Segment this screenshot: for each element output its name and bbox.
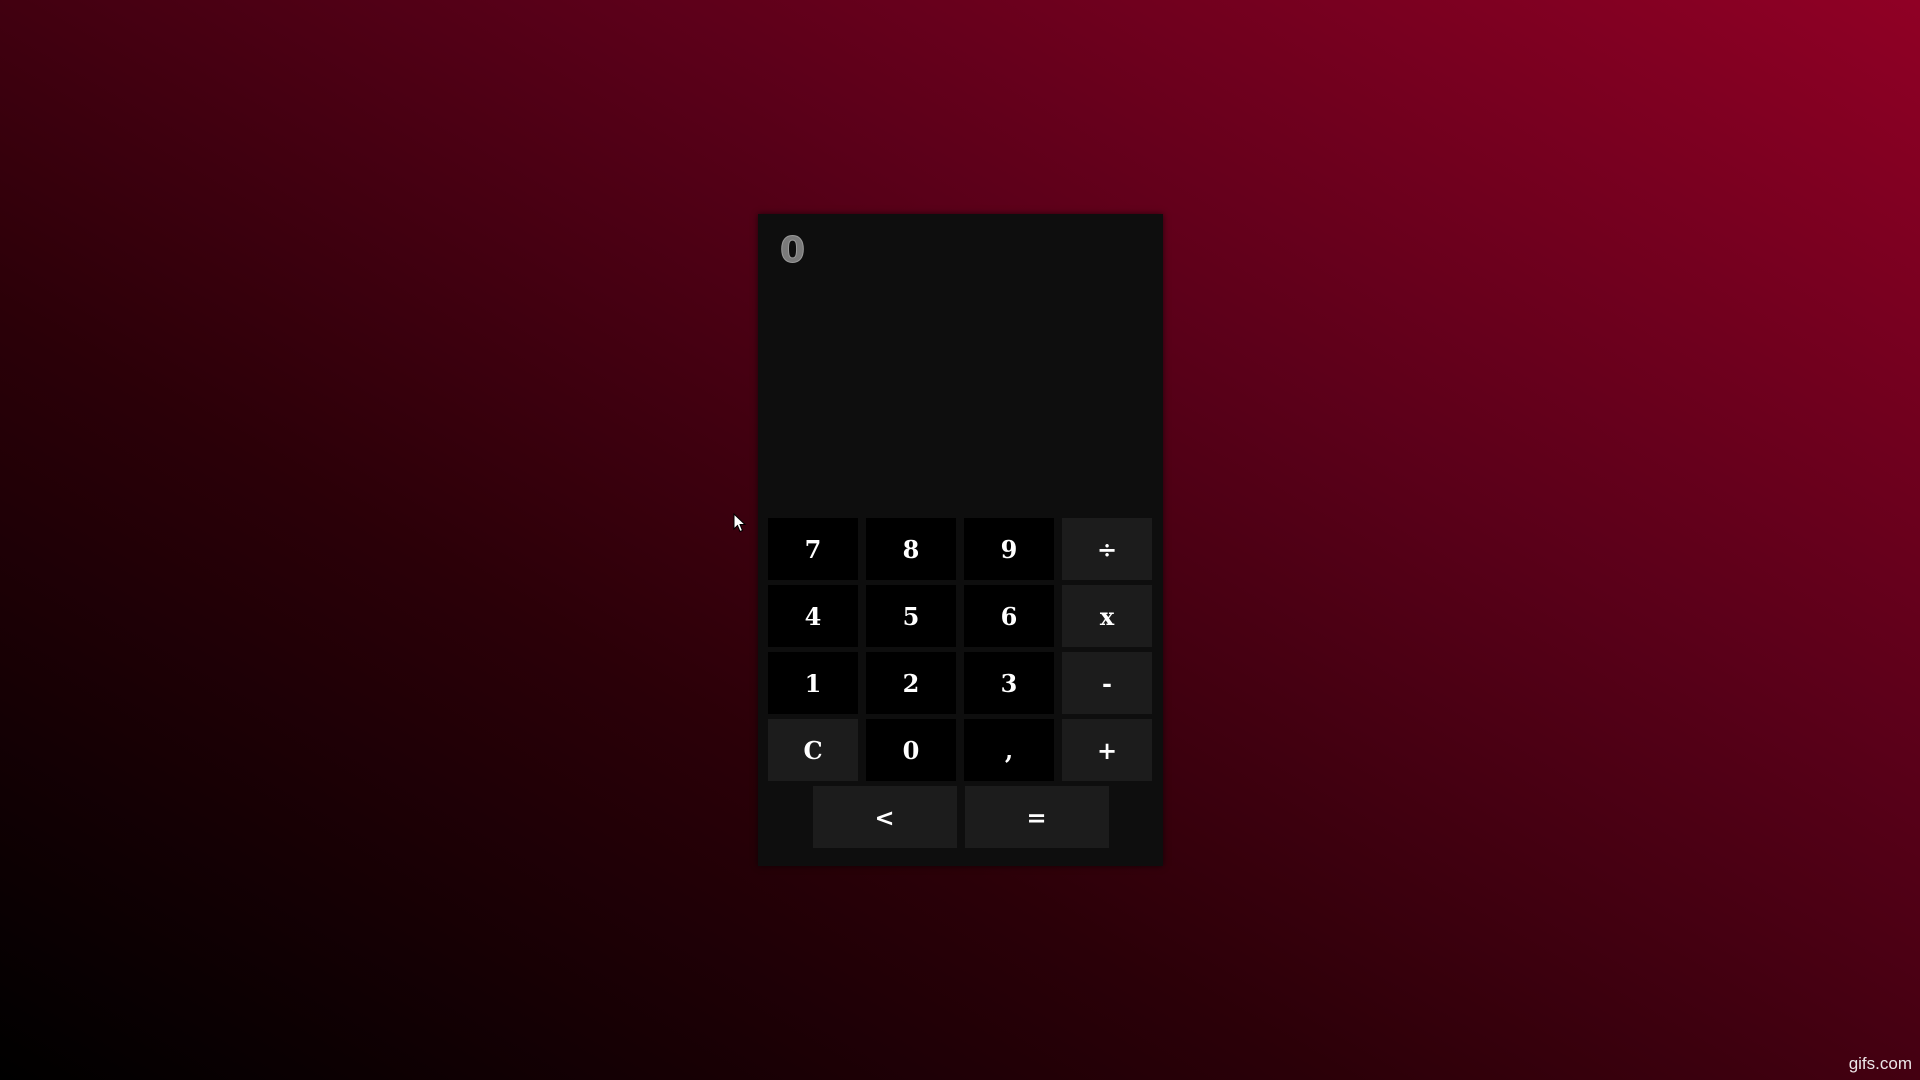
- key-5[interactable]: 5: [866, 585, 956, 647]
- clear-button[interactable]: C: [768, 719, 858, 781]
- divide-button[interactable]: ÷: [1062, 518, 1152, 580]
- keypad-row-1: 7 8 9 ÷: [768, 518, 1153, 580]
- keypad-row-3: 1 2 3 -: [768, 652, 1153, 714]
- equals-button[interactable]: =: [964, 786, 1109, 848]
- subtract-button[interactable]: -: [1062, 652, 1152, 714]
- key-7[interactable]: 7: [768, 518, 858, 580]
- key-9[interactable]: 9: [964, 518, 1054, 580]
- key-8[interactable]: 8: [866, 518, 956, 580]
- key-4[interactable]: 4: [768, 585, 858, 647]
- key-6[interactable]: 6: [964, 585, 1054, 647]
- multiply-button[interactable]: x: [1062, 585, 1152, 647]
- key-2[interactable]: 2: [866, 652, 956, 714]
- backspace-button[interactable]: <: [812, 786, 957, 848]
- keypad-row-4: C 0 , +: [768, 719, 1153, 781]
- mouse-pointer-icon: [733, 513, 747, 533]
- key-1[interactable]: 1: [768, 652, 858, 714]
- watermark: gifs.com: [1848, 1054, 1912, 1073]
- key-3[interactable]: 3: [964, 652, 1054, 714]
- keypad: 7 8 9 ÷ 4 5 6 x 1 2 3 - C 0 , + < =: [768, 518, 1153, 853]
- keypad-row-2: 4 5 6 x: [768, 585, 1153, 647]
- add-button[interactable]: +: [1062, 719, 1152, 781]
- keypad-row-5: < =: [768, 786, 1153, 848]
- display-value: 0: [779, 230, 807, 272]
- display: 0: [758, 214, 1163, 514]
- decimal-comma-button[interactable]: ,: [964, 719, 1054, 781]
- key-0[interactable]: 0: [866, 719, 956, 781]
- calculator: 0 7 8 9 ÷ 4 5 6 x 1 2 3 - C 0 , + < =: [758, 214, 1163, 866]
